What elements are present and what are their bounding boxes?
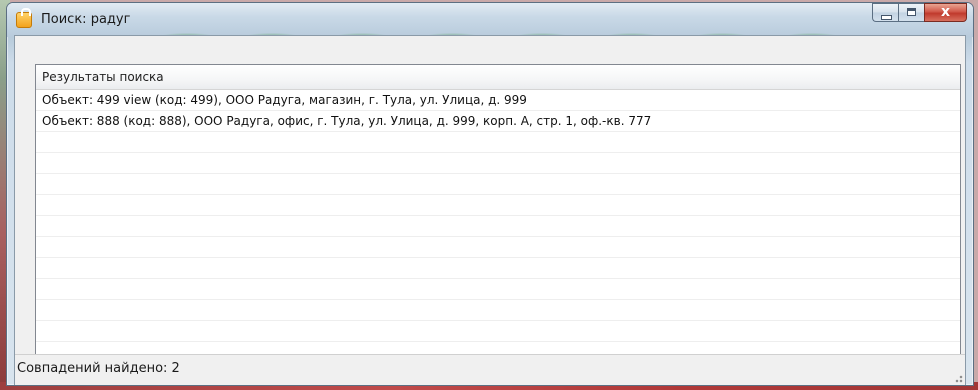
minimize-icon <box>881 15 892 20</box>
empty-list-row <box>36 132 960 153</box>
empty-list-row <box>36 300 960 321</box>
minimize-button[interactable] <box>872 3 898 22</box>
close-button[interactable]: x <box>924 3 967 22</box>
status-text: Совпадений найдено: 2 <box>17 361 180 376</box>
empty-list-row <box>36 216 960 237</box>
list-item[interactable]: Объект: 888 (код: 888), ООО Радуга, офис… <box>36 111 960 132</box>
empty-list-row <box>36 174 960 195</box>
empty-list-row <box>36 237 960 258</box>
client-area: Результаты поиска Объект: 499 view (код:… <box>14 35 966 385</box>
title-bar[interactable]: Поиск: радуг x <box>7 3 973 37</box>
results-panel: Результаты поиска Объект: 499 view (код:… <box>35 64 961 378</box>
window-title: Поиск: радуг <box>41 12 131 27</box>
resize-grip-icon[interactable] <box>953 373 963 383</box>
empty-list-row <box>36 321 960 342</box>
results-header-label: Результаты поиска <box>42 70 164 84</box>
list-item[interactable]: Объект: 499 view (код: 499), ООО Радуга,… <box>36 90 960 111</box>
search-window: Поиск: радуг x Результаты поиска Объект:… <box>6 2 974 386</box>
maximize-button[interactable] <box>898 3 924 22</box>
lock-icon <box>16 8 32 28</box>
empty-list-row <box>36 153 960 174</box>
close-icon: x <box>940 4 951 20</box>
empty-list-row <box>36 279 960 300</box>
status-bar: Совпадений найдено: 2 <box>15 354 965 385</box>
maximize-icon <box>907 8 916 16</box>
empty-list-row <box>36 258 960 279</box>
results-column-header[interactable]: Результаты поиска <box>36 65 960 90</box>
results-list[interactable]: Объект: 499 view (код: 499), ООО Радуга,… <box>36 90 960 377</box>
caption-buttons: x <box>872 3 967 23</box>
empty-list-row <box>36 195 960 216</box>
